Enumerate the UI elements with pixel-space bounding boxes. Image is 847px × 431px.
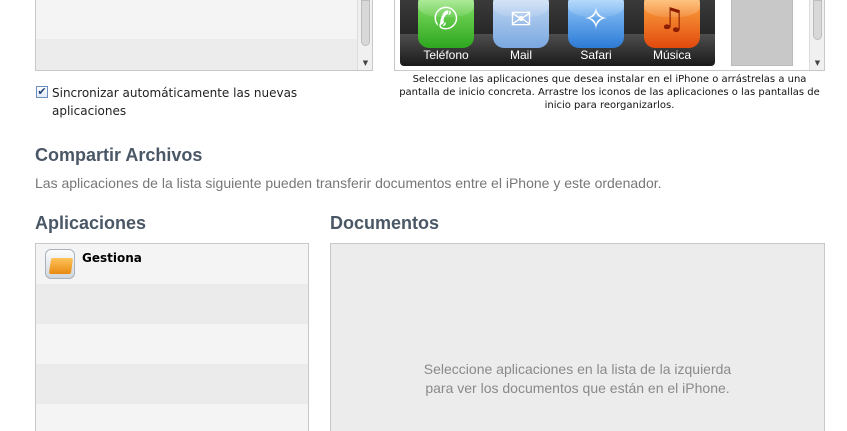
documents-empty-line-1: Seleccione aplicaciones en la lista de l… bbox=[423, 361, 732, 377]
dock-app-mail[interactable]: ✉ Mail bbox=[492, 0, 550, 62]
list-item[interactable] bbox=[36, 404, 308, 431]
list-item[interactable] bbox=[36, 364, 308, 404]
dock-app-music[interactable]: ♫ Música bbox=[643, 0, 701, 62]
dock-app-label: Música bbox=[652, 48, 691, 62]
gestiona-app-icon bbox=[45, 249, 75, 279]
dock-app-label: Teléfono bbox=[423, 48, 469, 62]
home-preview-scrollbar[interactable]: ▼ bbox=[809, 0, 824, 70]
mail-icon: ✉ bbox=[493, 0, 549, 48]
file-sharing-description: Las aplicaciones de la lista siguiente p… bbox=[35, 175, 662, 191]
app-name: Gestiona bbox=[82, 251, 142, 265]
list-item[interactable] bbox=[36, 0, 372, 39]
scrollbar-thumb[interactable] bbox=[813, 0, 822, 40]
list-item[interactable] bbox=[36, 324, 308, 364]
music-icon: ♫ bbox=[644, 0, 700, 48]
scroll-down-arrow-icon[interactable]: ▼ bbox=[810, 58, 824, 68]
documents-heading: Documentos bbox=[330, 213, 440, 233]
dock-app-label: Safari bbox=[580, 48, 612, 62]
phone-icon: ✆ bbox=[418, 0, 474, 48]
list-item[interactable] bbox=[36, 284, 308, 324]
documents-empty-message: Seleccione aplicaciones en la lista de l… bbox=[331, 360, 824, 398]
safari-icon: ✧ bbox=[568, 0, 624, 48]
list-item[interactable] bbox=[36, 39, 372, 70]
auto-sync-checkbox[interactable]: ✔ bbox=[36, 86, 48, 98]
auto-sync-label: Sincronizar automáticamente las nuevas a… bbox=[52, 86, 298, 118]
dock-app-safari[interactable]: ✧ Safari bbox=[567, 0, 625, 62]
home-screen-instructions: Seleccione las aplicaciones que desea in… bbox=[399, 74, 820, 111]
list-item-gestiona[interactable]: Gestiona bbox=[36, 244, 308, 284]
file-sharing-title: Compartir Archivos bbox=[35, 145, 203, 165]
home-screen-page-thumbnail[interactable] bbox=[731, 0, 793, 66]
auto-sync-apps-option[interactable]: ✔ Sincronizar automáticamente las nuevas… bbox=[36, 84, 336, 120]
file-sharing-apps-list[interactable]: Gestiona bbox=[35, 243, 309, 431]
dock-app-phone[interactable]: ✆ Teléfono bbox=[417, 0, 475, 62]
sync-apps-list-scrollbar[interactable]: ▼ bbox=[357, 0, 372, 70]
scrollbar-thumb[interactable] bbox=[361, 0, 370, 46]
home-screen-preview[interactable]: ✆ Teléfono ✉ Mail ✧ Safari ♫ Música ▼ bbox=[394, 0, 825, 71]
apps-heading: Aplicaciones bbox=[35, 213, 147, 233]
iphone-dock: ✆ Teléfono ✉ Mail ✧ Safari ♫ Música bbox=[400, 0, 715, 66]
sync-apps-list[interactable]: ▼ bbox=[35, 0, 373, 71]
documents-panel[interactable]: Seleccione aplicaciones en la lista de l… bbox=[330, 243, 825, 431]
documents-empty-line-2: para ver los documentos que están en el … bbox=[425, 380, 730, 396]
folder-icon bbox=[48, 258, 74, 274]
dock-app-label: Mail bbox=[509, 48, 532, 62]
scroll-down-arrow-icon[interactable]: ▼ bbox=[358, 58, 372, 68]
